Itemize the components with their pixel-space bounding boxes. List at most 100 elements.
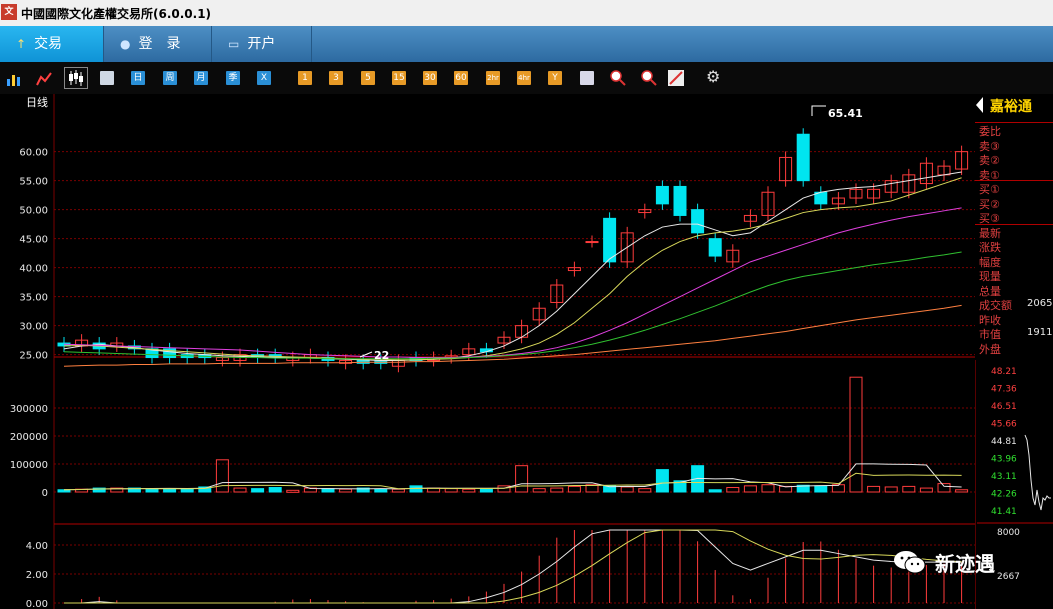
price-axis: 60.00 55.00 50.00 45.00 40.00 35.00 30.00 25.00 — [19, 148, 48, 362]
quote-row-label: 外盘 — [979, 342, 1001, 356]
period-60min-button[interactable]: 60 — [454, 71, 468, 85]
volume-bar — [233, 487, 247, 493]
mini-price-tick: 45.66 — [991, 420, 1017, 430]
volume-bar — [145, 488, 159, 493]
volume-bar — [251, 488, 265, 493]
period-3min-button[interactable]: 3 — [329, 71, 343, 85]
volume-bar — [814, 485, 828, 493]
arrow-icon: ↑ — [16, 37, 27, 51]
period-label: 日线 — [26, 95, 48, 109]
volume-bar — [655, 469, 669, 493]
candle — [603, 217, 617, 263]
volume-bar — [902, 485, 916, 493]
grid-icon[interactable] — [580, 71, 594, 85]
period-x-button[interactable]: X — [257, 71, 271, 85]
volume-bar — [761, 484, 775, 493]
price-gridlines — [54, 151, 975, 356]
quote-row-value: 2065 — [1027, 298, 1053, 309]
candle — [708, 238, 722, 257]
volume-bar — [444, 488, 458, 493]
mini-price-tick: 43.11 — [991, 472, 1017, 482]
period-week-button[interactable]: 周 — [163, 71, 177, 85]
bar-chart-icon[interactable] — [6, 71, 22, 87]
collapse-arrow-icon[interactable] — [975, 96, 985, 114]
price-tick-label: 55.00 — [19, 177, 48, 188]
ma20-line — [63, 207, 962, 359]
mini-price-tick: 46.51 — [991, 402, 1017, 412]
volume-bar — [726, 487, 740, 493]
candles — [57, 128, 969, 373]
kline-chart: 日线 60.00 55.00 50.00 45.00 40.00 35.00 30.00 25… — [10, 94, 975, 609]
grid-lines — [53, 94, 975, 609]
period-1min-button[interactable]: 1 — [298, 71, 312, 85]
mini-price-tick: 47.36 — [991, 385, 1017, 395]
user-icon: ● — [120, 37, 131, 51]
volume-ma-line — [63, 463, 962, 491]
volume-bar — [339, 488, 353, 493]
volume-bar — [867, 485, 881, 493]
price-tick-label: 25.00 — [19, 351, 48, 362]
volume-bar — [884, 486, 898, 493]
candlestick-icon — [69, 70, 83, 86]
volume-bar — [567, 485, 581, 493]
period-day-button[interactable]: 日 — [131, 71, 145, 85]
tab-login[interactable]: ● 登 录 — [104, 26, 212, 62]
volume-bar — [937, 483, 951, 493]
min-price-label: 22 — [374, 349, 389, 362]
price-tick-label: 30.00 — [19, 322, 48, 333]
tab-open-account[interactable]: ▭ 开户 — [212, 26, 312, 62]
tab-trade-label: 交易 — [34, 36, 63, 52]
draw-line-icon[interactable] — [668, 70, 684, 86]
candle — [673, 185, 687, 216]
period-2hr-button[interactable]: 2hr — [486, 71, 500, 85]
period-15min-button[interactable]: 15 — [392, 71, 406, 85]
volume-bar — [743, 485, 757, 493]
mini-price-tick: 42.26 — [991, 490, 1017, 500]
period-30min-button[interactable]: 30 — [423, 71, 437, 85]
zoom-out-icon[interactable] — [641, 70, 657, 86]
volume-bar — [708, 489, 722, 493]
mini-price-tick: 43.96 — [991, 455, 1017, 465]
quote-row-value: 1911 — [1027, 327, 1053, 338]
macd-tick-label: 0.00 — [26, 599, 48, 609]
volume-bar — [268, 487, 282, 493]
period-month-button[interactable]: 月 — [194, 71, 208, 85]
tab-login-label: 登 录 — [138, 36, 181, 52]
period-quarter-button[interactable]: 季 — [226, 71, 240, 85]
settings-gear-icon[interactable]: ⚙ — [706, 67, 720, 86]
watermark-text: 新迹遇 — [935, 551, 995, 576]
period-4hr-button[interactable]: 4hr — [517, 71, 531, 85]
candle — [655, 185, 669, 205]
price-tick-label: 35.00 — [19, 293, 48, 304]
zoom-in-icon[interactable] — [610, 70, 626, 86]
volume-tick-label: 0 — [42, 488, 48, 499]
ma10-line — [63, 177, 962, 361]
volume-bar — [286, 489, 300, 493]
tab-trade[interactable]: ↑ 交易 — [0, 26, 104, 62]
candlestick-chart-button[interactable] — [64, 67, 88, 89]
main-nav-bar: ↑ 交易 ● 登 录 ▭ 开户 — [0, 26, 1053, 62]
volume-bars — [57, 376, 969, 493]
period-5min-button[interactable]: 5 — [361, 71, 375, 85]
macd-tick-label: 2.00 — [26, 570, 48, 581]
quote-divider — [975, 122, 1053, 123]
volume-bar — [374, 488, 388, 493]
price-tick-label: 40.00 — [19, 264, 48, 275]
volume-tick-label: 200000 — [10, 432, 48, 443]
period-year-button[interactable]: Y — [548, 71, 562, 85]
macd-lines — [64, 529, 963, 604]
macd-axis: 4.00 2.00 0.00 — [26, 541, 975, 609]
candle — [585, 241, 599, 244]
app-logo-icon: 文 — [1, 4, 17, 20]
calendar-icon[interactable] — [100, 71, 114, 85]
volume-bar — [919, 487, 933, 493]
monitor-icon: ▭ — [228, 37, 240, 51]
volume-bar — [215, 459, 229, 493]
max-price-marker: 65.41 — [811, 105, 863, 120]
macd-tick-label: 4.00 — [26, 541, 48, 552]
mini-price-tick: 44.81 — [991, 437, 1017, 447]
volume-bar — [638, 488, 652, 493]
mini-volume-tick: 8000 — [997, 528, 1020, 538]
line-chart-icon[interactable] — [36, 71, 52, 87]
mini-volume-tick: 2667 — [997, 572, 1020, 582]
